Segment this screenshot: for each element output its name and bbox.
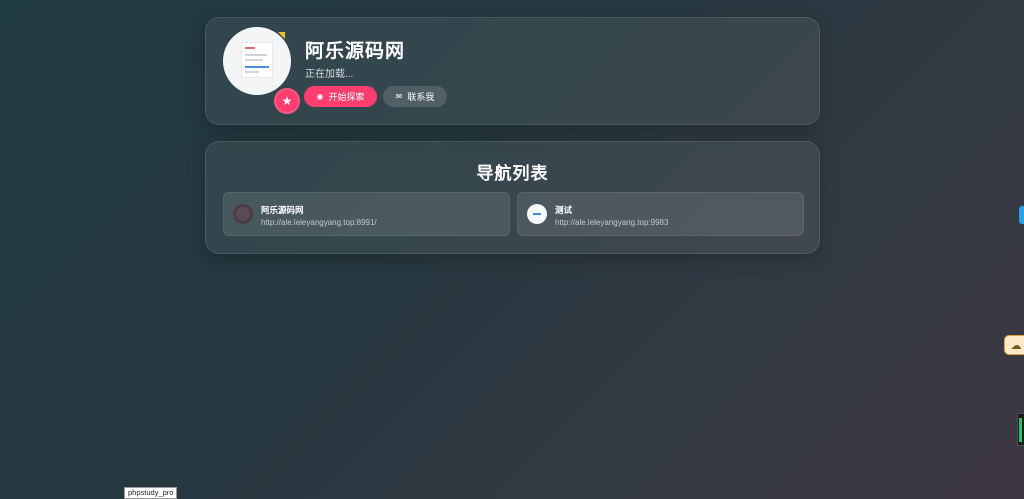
contact-button[interactable]: ✉ 联系我 (383, 86, 447, 107)
site-logo-icon (233, 204, 253, 224)
cloud-download-icon[interactable]: ☁ (1004, 335, 1024, 355)
nav-item-name: 测试 (555, 205, 573, 215)
contact-label: 联系我 (407, 92, 435, 102)
nav-item[interactable]: 测试 http://ale.leleyangyang.top:9983 (517, 192, 804, 236)
status-tooltip: phpstudy_pro (124, 487, 178, 499)
star-icon: ★ (274, 88, 300, 114)
side-level-bar[interactable] (1017, 413, 1024, 446)
avatar-corner-ribbon (278, 32, 285, 39)
site-title: 阿乐源码网 (305, 41, 406, 62)
explore-button[interactable]: ◉ 开始探索 (304, 86, 377, 107)
site-subtitle: 正在加载... (305, 69, 354, 80)
avatar-screenshot-image (241, 42, 273, 78)
side-edge-tab[interactable] (1019, 206, 1024, 224)
nav-list-title: 导航列表 (476, 164, 549, 183)
site-logo-icon (527, 204, 547, 224)
nav-item-name: 阿乐源码网 (261, 205, 304, 215)
nav-item-url: http://ale.leleyangyang.top:8991/ (261, 218, 377, 227)
nav-item[interactable]: 阿乐源码网 http://ale.leleyangyang.top:8991/ (223, 192, 510, 236)
compass-icon: ◉ (316, 92, 324, 101)
nav-item-url: http://ale.leleyangyang.top:9983 (555, 218, 669, 227)
nav-list-card: 导航列表 阿乐源码网 http://ale.leleyangyang.top:8… (205, 141, 820, 254)
explore-label: 开始探索 (328, 92, 365, 102)
profile-card: ★ 阿乐源码网 正在加载... ◉ 开始探索 ✉ 联系我 (205, 17, 820, 125)
envelope-icon: ✉ (395, 92, 403, 101)
